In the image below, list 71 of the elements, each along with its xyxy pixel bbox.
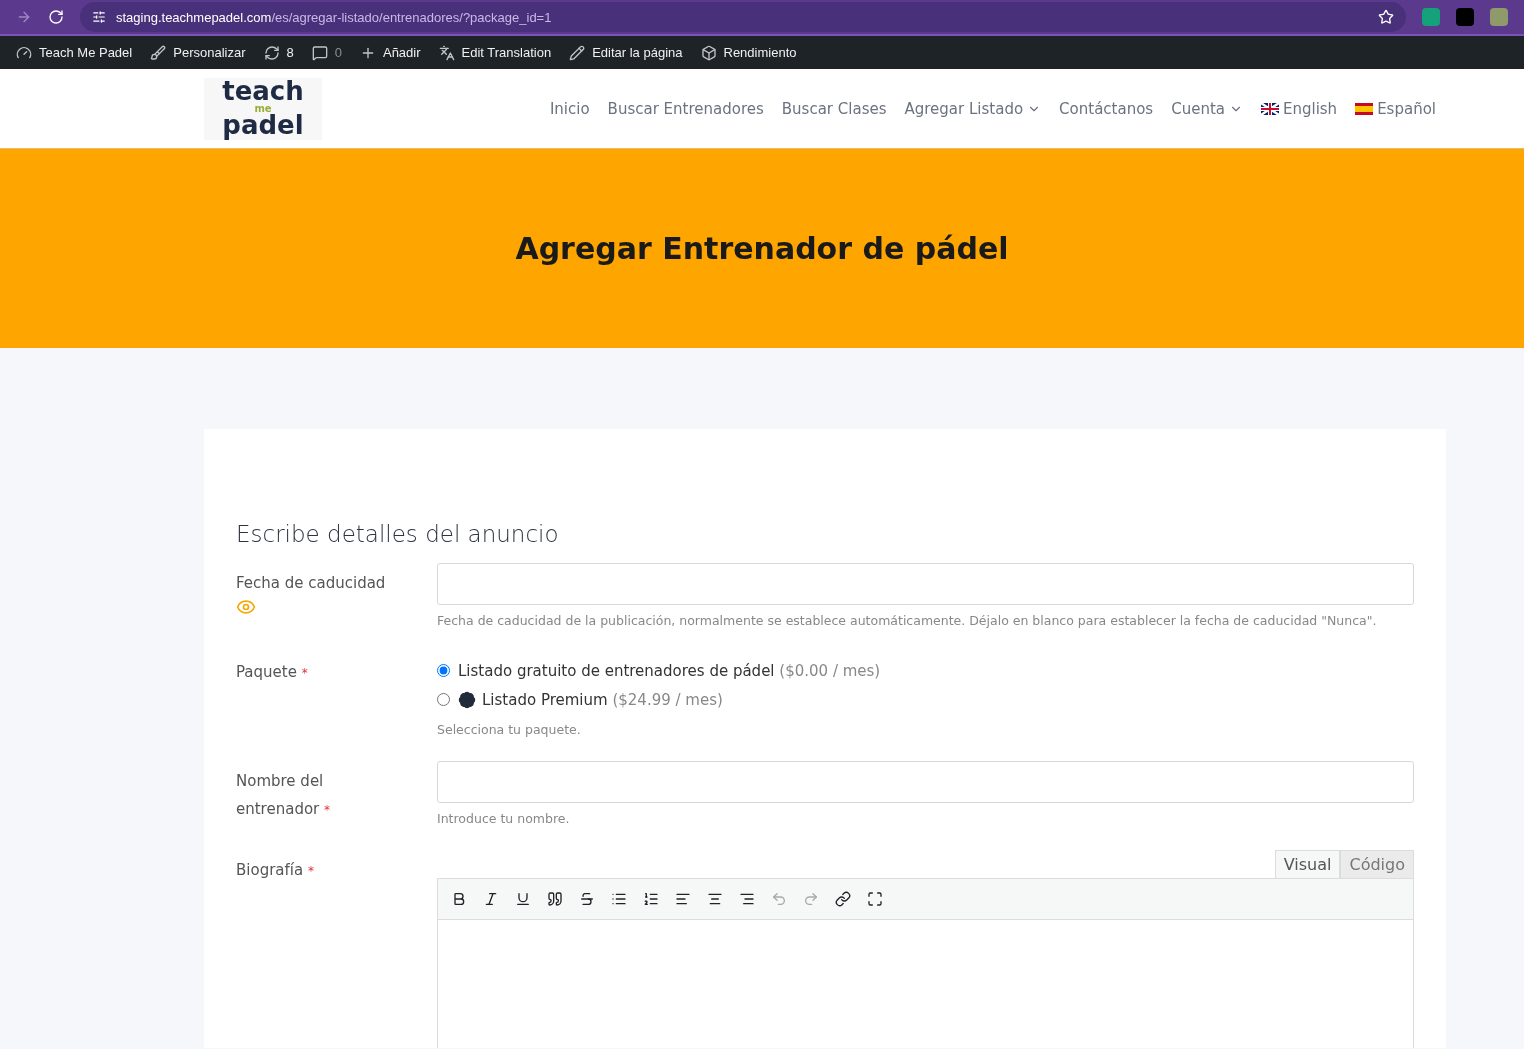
left-icon	[675, 891, 691, 907]
admin-bar-label: Rendimiento	[723, 45, 797, 60]
radio-button[interactable]	[437, 693, 450, 706]
link-icon	[835, 891, 851, 907]
right-icon	[739, 891, 755, 907]
admin-bar-label: 0	[334, 45, 342, 60]
section-title: Escribe detalles del anuncio	[236, 521, 560, 547]
performance-icon	[700, 44, 717, 61]
site-settings-icon[interactable]	[92, 10, 106, 24]
nav-link[interactable]: Buscar Clases	[781, 99, 887, 118]
editor-tab[interactable]: Código	[1340, 850, 1414, 878]
package-option[interactable]: Listado gratuito de entrenadores de pádel ($0.00 / mes)	[437, 656, 1414, 685]
bullets-icon	[611, 891, 627, 907]
admin-bar-item[interactable]: Teach Me Padel	[16, 44, 133, 61]
quote-icon	[547, 891, 563, 907]
admin-bar-item[interactable]: Editar la página	[569, 44, 683, 61]
nav-link[interactable]: Agregar Listado	[904, 99, 1042, 118]
required-asterisk: *	[301, 666, 308, 680]
required-asterisk: *	[307, 864, 314, 878]
input-field[interactable]	[437, 563, 1414, 605]
dashboard-icon	[16, 44, 32, 61]
admin-bar-item[interactable]: 8	[263, 44, 294, 61]
admin-bar-item[interactable]: Edit Translation	[438, 44, 552, 61]
forward-icon[interactable]	[16, 9, 32, 25]
field-label: Nombre del entrenador *	[236, 771, 332, 820]
edit-icon	[569, 44, 586, 61]
nav-link[interactable]: Buscar Entrenadores	[607, 99, 764, 118]
nav-link[interactable]: Español	[1355, 99, 1436, 118]
fullscreen-icon	[867, 891, 883, 907]
admin-bar-item[interactable]: Rendimiento	[700, 44, 797, 61]
input-field[interactable]	[437, 761, 1414, 803]
admin-bar-label: Edit Translation	[461, 45, 552, 60]
strike-icon	[579, 891, 595, 907]
redo-icon	[803, 891, 819, 907]
required-asterisk: *	[324, 803, 331, 817]
field-label: Biografía *	[236, 860, 315, 881]
admin-bar-label: Personalizar	[173, 45, 246, 60]
nav-link[interactable]: Cuenta	[1171, 99, 1243, 118]
bold-icon	[451, 891, 467, 907]
admin-bar-item[interactable]: Personalizar	[150, 44, 246, 61]
address-bar[interactable]: staging.teachmepadel.com/es/agregar-listado/entrenadores/?package_id=1	[80, 2, 1406, 32]
center-icon	[707, 891, 723, 907]
page-title: Agregar Entrenador de pádel	[515, 231, 1009, 266]
help-text: Selecciona tu paquete.	[437, 722, 582, 737]
brush-icon	[150, 44, 167, 61]
comments-icon	[311, 44, 328, 61]
field-label: Paquete *	[236, 662, 309, 683]
italic-icon	[483, 891, 499, 907]
admin-bar-item[interactable]: 0	[311, 44, 342, 61]
translate-icon	[438, 44, 455, 61]
nav-link[interactable]: English	[1260, 99, 1338, 118]
nav-link[interactable]: Contáctanos	[1059, 99, 1154, 118]
admin-bar-label: Añadir	[382, 45, 421, 60]
help-text: Introduce tu nombre.	[437, 811, 571, 826]
admin-bar-label: Teach Me Padel	[39, 45, 133, 60]
admin-bar-label: 8	[286, 45, 294, 60]
numbers-icon	[643, 891, 659, 907]
editor-tab[interactable]: Visual	[1274, 850, 1341, 878]
field-label: Fecha de caducidad	[236, 573, 387, 594]
undo-icon	[771, 891, 787, 907]
nav-link[interactable]: Inicio	[549, 99, 590, 118]
package-option[interactable]: Listado Premium ($24.99 / mes)	[437, 685, 1414, 714]
help-text: Fecha de caducidad de la publicación, normalmente se establece automáticamente. Déjalo en blanco para establecer la fecha de caducidad "Nunca".	[437, 613, 1378, 628]
updates-icon	[263, 44, 280, 61]
star-icon[interactable]	[1378, 9, 1394, 25]
admin-bar-item[interactable]: Añadir	[359, 44, 421, 61]
reload-icon[interactable]	[48, 9, 64, 25]
admin-bar-label: Editar la página	[592, 45, 683, 60]
site-logo[interactable]: teach me padel	[204, 77, 322, 140]
underline-icon	[515, 891, 531, 907]
radio-button[interactable]	[437, 664, 450, 677]
